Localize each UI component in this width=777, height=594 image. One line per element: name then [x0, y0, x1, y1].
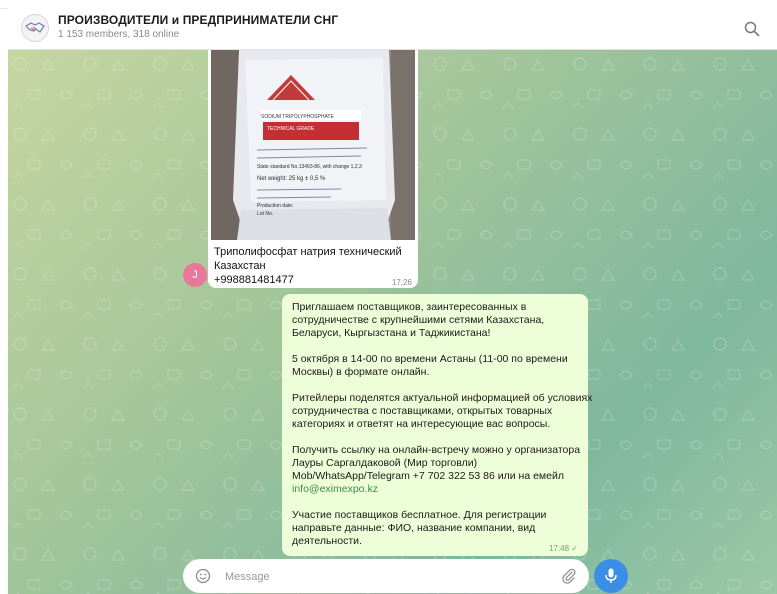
- message-line: направьте данные: ФИО, название компании…: [292, 522, 536, 534]
- message-line: Лауры Саргалдаковой (Мир торговли): [292, 457, 478, 469]
- message-composer[interactable]: [183, 559, 589, 593]
- caption-line-2: Казахстан: [214, 260, 266, 272]
- chat-header[interactable]: ПРОИЗВОДИТЕЛИ и ПРЕДПРИНИМАТЕЛИ СНГ 1 15…: [8, 8, 777, 50]
- product-photo[interactable]: SODIUM TRIPOLYPHOSPHATE TECHNICAL GRADE …: [211, 50, 415, 240]
- message-line: деятельности.: [292, 535, 362, 547]
- photo-message[interactable]: SODIUM TRIPOLYPHOSPHATE TECHNICAL GRADE …: [208, 50, 418, 288]
- message-line: Москвы) в формате онлайн.: [292, 366, 430, 378]
- bag-text-6: Lot No.: [257, 211, 273, 217]
- caption-line-1: Триполифосфат натрия технический: [214, 246, 402, 258]
- text-message[interactable]: Приглашаем поставщиков, заинтересованных…: [282, 294, 592, 556]
- message-line: Ритейлеры поделятся актуальной информаци…: [292, 392, 593, 404]
- bag-text-1: SODIUM TRIPOLYPHOSPHATE: [261, 114, 334, 120]
- bag-text-4: Net weight: 25 kg ± 0,5 %: [257, 176, 326, 182]
- message-line: Беларуси, Кыргызстана и Таджикистана!: [292, 327, 491, 339]
- members-count: 1 153 members, 318 online: [58, 29, 180, 40]
- message-line: Приглашаем поставщиков, заинтересованных…: [292, 301, 527, 313]
- photo-message-time: 17:26: [391, 278, 412, 287]
- microphone-icon: [605, 568, 617, 583]
- bag-text-3: State standard No.13493-86, with change …: [257, 164, 362, 170]
- sender-avatar[interactable]: J: [183, 263, 207, 287]
- email-link[interactable]: info@eximexpo.kz: [292, 483, 378, 495]
- paperclip-icon[interactable]: [561, 568, 577, 584]
- bag-text-2: TECHNICAL GRADE: [267, 126, 315, 132]
- caption-phone[interactable]: +998881481477: [214, 274, 294, 286]
- message-line: категориях и ответят на интересующие вас…: [292, 418, 551, 430]
- search-icon[interactable]: [743, 20, 761, 38]
- chat-area[interactable]: SODIUM TRIPOLYPHOSPHATE TECHNICAL GRADE …: [8, 50, 777, 594]
- message-line: сотрудничества с поставщиками, открытых …: [292, 405, 553, 417]
- handshake-icon: [25, 22, 45, 33]
- message-line: Получить ссылку на онлайн-встречу можно …: [292, 444, 581, 456]
- bag-text-5: Production date:: [257, 203, 293, 209]
- message-line: Участие поставщиков бесплатное. Для реги…: [292, 509, 547, 521]
- chat-title[interactable]: ПРОИЗВОДИТЕЛИ и ПРЕДПРИНИМАТЕЛИ СНГ: [58, 13, 338, 27]
- message-line: Mob/WhatsApp/Telegram +7 702 322 53 86 и…: [292, 470, 564, 482]
- text-message-time: 17:48 ✓: [549, 544, 578, 553]
- sack-image: SODIUM TRIPOLYPHOSPHATE TECHNICAL GRADE …: [211, 50, 415, 240]
- message-input[interactable]: [223, 565, 547, 589]
- voice-record-button[interactable]: [594, 559, 628, 593]
- emoji-icon[interactable]: [195, 568, 211, 584]
- message-line: сотрудничестве с крупнейшими сетями Каза…: [292, 314, 545, 326]
- message-line: 5 октября в 14-00 по времени Астаны (11-…: [292, 353, 568, 365]
- group-avatar[interactable]: [21, 14, 49, 42]
